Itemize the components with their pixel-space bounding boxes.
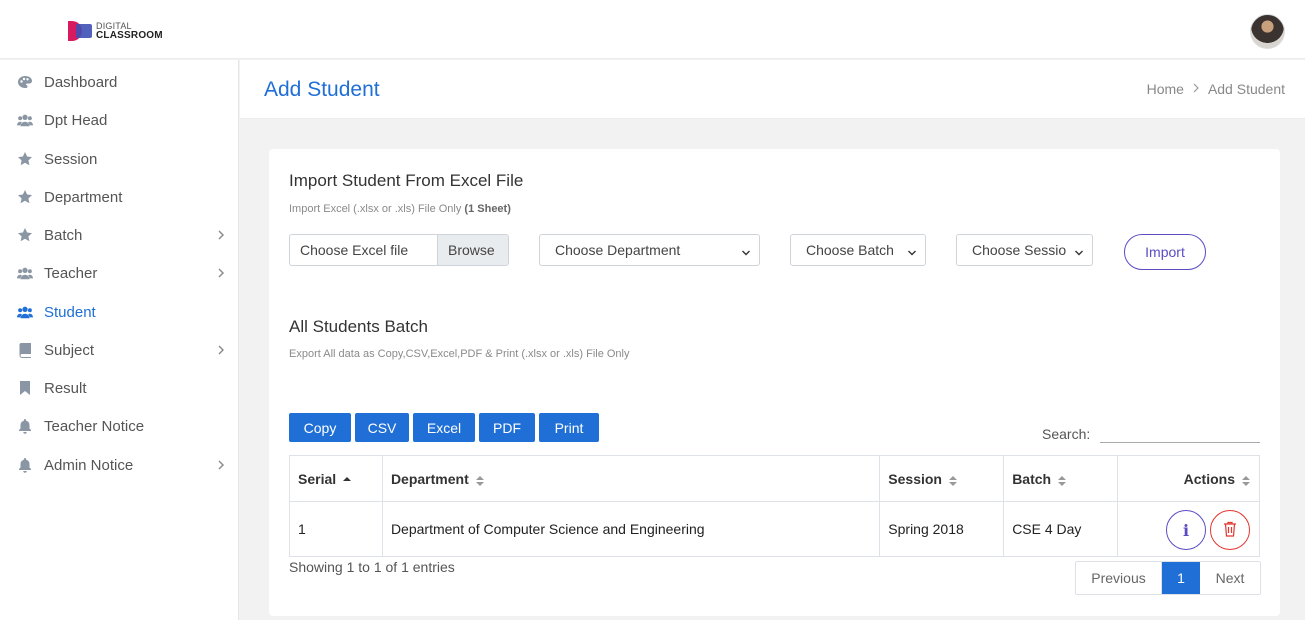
chevron-down-icon <box>1074 245 1084 256</box>
sidebar-item-teacher[interactable]: Teacher <box>0 256 239 290</box>
top-bar: DIGITAL CLASSROOM <box>0 0 1305 59</box>
col-batch[interactable]: Batch <box>1003 455 1119 502</box>
info-icon: i <box>1183 520 1190 540</box>
palette-icon <box>17 74 33 90</box>
col-serial[interactable]: Serial <box>289 455 383 502</box>
table-header-row: Serial Department Session Batch Actions <box>289 455 1260 502</box>
file-placeholder: Choose Excel file <box>300 242 409 258</box>
chevron-down-icon <box>907 245 917 256</box>
col-actions[interactable]: Actions <box>1117 455 1260 502</box>
main-card: Import Student From Excel File Import Ex… <box>269 149 1280 616</box>
students-section-subtitle: Export All data as Copy,CSV,Excel,PDF & … <box>289 348 630 360</box>
pdf-button[interactable]: PDF <box>479 413 535 442</box>
sidebar-item-label: Result <box>44 379 87 397</box>
users-icon <box>17 265 33 281</box>
sidebar-item-result[interactable]: Result <box>0 371 239 405</box>
sidebar-item-label: Subject <box>44 341 95 359</box>
info-button[interactable]: i <box>1166 510 1207 550</box>
sidebar-item-teacher-notice[interactable]: Teacher Notice <box>0 409 239 443</box>
star-icon <box>17 189 33 205</box>
book-icon <box>17 342 33 358</box>
breadcrumb-current: Add Student <box>1207 81 1285 97</box>
sort-icon <box>948 474 958 486</box>
cell-serial: 1 <box>289 501 383 557</box>
chevron-right-icon <box>1192 81 1200 97</box>
users-icon <box>17 112 33 128</box>
csv-button[interactable]: CSV <box>355 413 409 442</box>
chevron-down-icon <box>741 245 751 256</box>
table-info: Showing 1 to 1 of 1 entries <box>289 559 455 575</box>
sidebar-item-label: Admin Notice <box>44 456 134 474</box>
pagination: Previous 1 Next <box>1075 561 1261 595</box>
chevron-right-icon <box>216 265 226 281</box>
cell-batch: CSE 4 Day <box>1003 501 1119 557</box>
delete-button[interactable] <box>1210 510 1251 550</box>
page-title: Add Student <box>264 78 380 101</box>
col-session[interactable]: Session <box>879 455 1005 502</box>
breadcrumb-home[interactable]: Home <box>1147 81 1184 97</box>
star-icon <box>17 227 33 243</box>
chevron-right-icon <box>216 342 226 358</box>
col-department[interactable]: Department <box>381 455 881 502</box>
sort-icon <box>1241 474 1251 486</box>
page-header: Add Student Home Add Student <box>240 60 1305 119</box>
browse-button[interactable]: Browse <box>437 235 508 265</box>
import-section-title: Import Student From Excel File <box>289 171 524 190</box>
brand-logo[interactable]: DIGITAL CLASSROOM <box>68 20 163 42</box>
excel-button[interactable]: Excel <box>413 413 475 442</box>
sidebar-item-dpt-head[interactable]: Dpt Head <box>0 103 239 137</box>
session-select[interactable]: Choose Sessio <box>956 234 1093 266</box>
sidebar-item-label: Dpt Head <box>44 111 108 129</box>
sidebar-item-batch[interactable]: Batch <box>0 218 239 252</box>
trash-icon <box>1223 521 1237 540</box>
bookmark-icon <box>17 380 33 396</box>
sidebar-item-label: Batch <box>44 226 83 244</box>
students-table: Serial Department Session Batch Actions … <box>289 455 1260 557</box>
chevron-right-icon <box>216 457 226 473</box>
sort-asc-icon <box>342 474 352 486</box>
user-avatar[interactable] <box>1250 14 1285 49</box>
excel-file-input[interactable]: Choose Excel file Browse <box>289 234 509 266</box>
brand-line2: CLASSROOM <box>96 30 163 41</box>
cell-session: Spring 2018 <box>879 501 1005 557</box>
department-select[interactable]: Choose Department <box>539 234 760 266</box>
logo-mark-icon <box>68 20 93 42</box>
batch-select[interactable]: Choose Batch <box>790 234 926 266</box>
print-button[interactable]: Print <box>539 413 599 442</box>
table-row: 1 Department of Computer Science and Eng… <box>289 501 1260 557</box>
search-label: Search: <box>1042 426 1091 442</box>
sidebar-item-label: Teacher <box>44 264 98 282</box>
users-icon <box>17 304 33 320</box>
sidebar-item-label: Dashboard <box>44 73 118 91</box>
sort-icon <box>475 474 485 486</box>
sidebar-item-department[interactable]: Department <box>0 180 239 214</box>
sidebar-item-label: Student <box>44 303 96 321</box>
sort-icon <box>1057 474 1067 486</box>
sidebar-item-label: Session <box>44 150 98 168</box>
students-section-title: All Students Batch <box>289 317 428 336</box>
previous-page-button[interactable]: Previous <box>1076 562 1162 594</box>
cell-department: Department of Computer Science and Engin… <box>381 501 881 557</box>
cell-actions: i <box>1117 501 1260 557</box>
sidebar-item-student[interactable]: Student <box>0 295 239 329</box>
sidebar-item-dashboard[interactable]: Dashboard <box>0 65 239 99</box>
search-input[interactable] <box>1100 423 1260 443</box>
import-button[interactable]: Import <box>1124 234 1206 270</box>
sidebar: Dashboard Dpt Head Session Department Ba… <box>0 60 239 620</box>
page-1-button[interactable]: 1 <box>1162 562 1200 594</box>
sidebar-item-subject[interactable]: Subject <box>0 333 239 367</box>
next-page-button[interactable]: Next <box>1200 562 1260 594</box>
breadcrumb: Home Add Student <box>1147 81 1285 97</box>
chevron-right-icon <box>216 227 226 243</box>
bell-icon <box>17 418 33 434</box>
sidebar-item-label: Teacher Notice <box>44 417 145 435</box>
copy-button[interactable]: Copy <box>289 413 351 442</box>
sidebar-item-admin-notice[interactable]: Admin Notice <box>0 448 239 482</box>
star-icon <box>17 151 33 167</box>
sidebar-item-label: Department <box>44 188 123 206</box>
import-section-subtitle: Import Excel (.xlsx or .xls) File Only (… <box>289 203 511 215</box>
bell-icon <box>17 457 33 473</box>
sidebar-item-session[interactable]: Session <box>0 142 239 176</box>
